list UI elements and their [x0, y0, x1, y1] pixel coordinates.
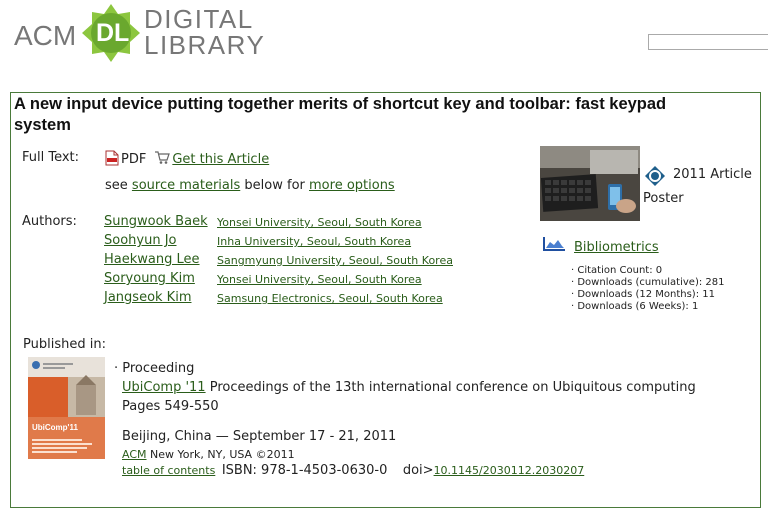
pdf-icon[interactable] — [105, 150, 119, 166]
author-name-link[interactable]: Haekwang Lee — [104, 252, 200, 267]
article-thumbnail-image[interactable] — [540, 146, 640, 221]
acm-dl-logo[interactable]: ACM DL DIGITAL LIBRARY — [14, 2, 284, 64]
author-affiliation-link[interactable]: Yonsei University, Seoul, South Korea — [217, 216, 422, 229]
author-name-link[interactable]: Sungwook Baek — [104, 214, 208, 229]
full-text-label: Full Text: — [22, 150, 80, 165]
bibliometrics-link[interactable]: Bibliometrics — [574, 240, 659, 255]
site-header: ACM DL DIGITAL LIBRARY — [0, 0, 768, 70]
article-type-badge-icon — [645, 166, 665, 186]
bibliometrics-chart-icon[interactable] — [542, 236, 566, 252]
logo-dl-text: DL — [96, 19, 130, 47]
stat-downloads-12-months: · Downloads (12 Months): 11 — [571, 289, 715, 300]
shopping-cart-icon[interactable] — [154, 150, 171, 165]
proceeding-info: · Proceeding UbiComp '11 Proceedings of … — [114, 359, 696, 416]
publisher-row: ACM New York, NY, USA ©2011 — [122, 448, 295, 461]
below-for-text: below for — [244, 178, 305, 193]
more-options-link[interactable]: more options — [309, 178, 395, 193]
author-name-link[interactable]: Soryoung Kim — [104, 271, 195, 286]
publisher-link[interactable]: ACM — [122, 448, 147, 461]
stat-downloads-cumulative: · Downloads (cumulative): 281 — [571, 277, 725, 288]
author-affiliation-link[interactable]: Sangmyung University, Seoul, South Korea — [217, 254, 453, 267]
isbn-doi-row: table of contents ISBN: 978-1-4503-0630-… — [122, 463, 584, 478]
conference-link[interactable]: UbiComp '11 — [122, 380, 206, 395]
full-text-row: PDF Get this Article — [105, 150, 269, 167]
see-prefix: see — [105, 178, 128, 193]
author-name-link[interactable]: Jangseok Kim — [104, 290, 191, 305]
conference-title: Proceedings of the 13th international co… — [209, 380, 696, 395]
conference-row: UbiComp '11 Proceedings of the 13th inte… — [114, 378, 696, 397]
source-materials-link[interactable]: source materials — [132, 178, 240, 193]
author-affiliation-link[interactable]: Samsung Electronics, Seoul, South Korea — [217, 292, 443, 305]
author-affiliation-link[interactable]: Yonsei University, Seoul, South Korea — [217, 273, 422, 286]
logo-line-digital: DIGITAL — [144, 4, 254, 34]
proceeding-type: · Proceeding — [114, 361, 195, 376]
poster-label: Poster — [643, 191, 684, 206]
table-of-contents-link[interactable]: table of contents — [122, 464, 215, 477]
article-panel: A new input device putting together meri… — [10, 92, 761, 508]
publisher-info: New York, NY, USA ©2011 — [150, 448, 295, 461]
logo-acm-text: ACM — [14, 20, 77, 51]
logo-digital-library: DIGITAL LIBRARY — [144, 6, 265, 58]
authors-label: Authors: — [22, 214, 77, 229]
cover-art — [28, 357, 105, 459]
stat-downloads-6-weeks: · Downloads (6 Weeks): 1 — [571, 301, 699, 312]
pdf-link[interactable]: PDF — [121, 152, 146, 167]
location-date: Beijing, China — September 17 - 21, 2011 — [122, 429, 397, 444]
published-in-label: Published in: — [23, 337, 106, 352]
doi-label: doi> — [402, 463, 434, 478]
author-name-link[interactable]: Soohyun Jo — [104, 233, 177, 248]
search-input[interactable] — [648, 34, 768, 50]
article-year-type: 2011 Article — [673, 167, 752, 182]
logo-line-library: LIBRARY — [144, 30, 266, 60]
doi-link[interactable]: 10.1145/2030112.2030207 — [434, 464, 585, 477]
cover-title-text: UbiComp'11 — [32, 423, 78, 432]
bibliometrics-stats: · Citation Count: 0 · Downloads (cumulat… — [571, 265, 724, 313]
pages-text: Pages 549-550 — [122, 399, 219, 414]
source-materials-row: see source materials below for more opti… — [105, 178, 395, 193]
isbn-text: ISBN: 978-1-4503-0630-0 — [221, 463, 388, 478]
stat-citation-count: · Citation Count: 0 — [571, 265, 663, 276]
proceedings-cover-image[interactable]: UbiComp'11 — [28, 357, 105, 459]
author-affiliation-link[interactable]: Inha University, Seoul, South Korea — [217, 235, 411, 248]
get-article-link[interactable]: Get this Article — [172, 152, 269, 167]
article-title: A new input device putting together meri… — [14, 95, 667, 134]
